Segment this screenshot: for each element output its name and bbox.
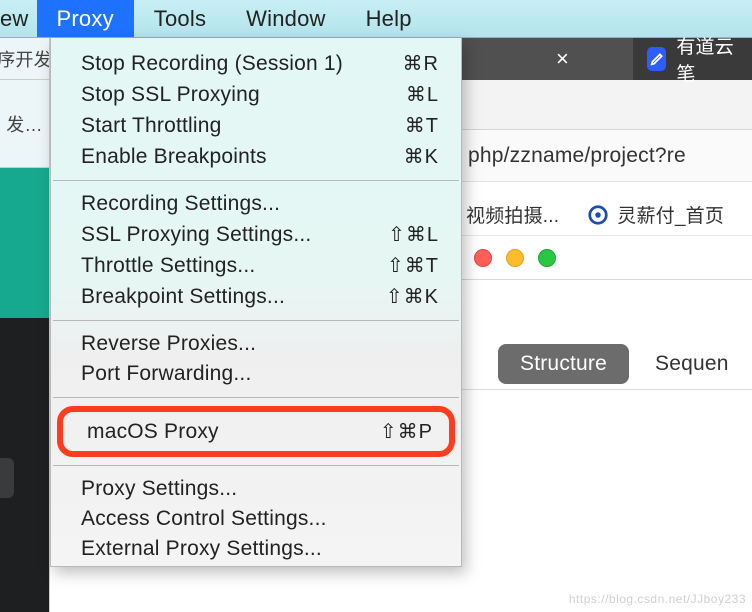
window-traffic-lights [462,236,752,280]
tab-sequence[interactable]: Sequen [655,352,729,376]
bookmarks-bar: 视频拍摄... 灵薪付_首页 [462,194,752,236]
menu-item-start-throttling[interactable]: Start Throttling⌘T [51,110,461,141]
annotation-highlight: macOS Proxy⇧⌘P [57,406,455,457]
menu-item-port-forwarding[interactable]: Port Forwarding... [51,359,461,389]
right-area: × 有道云笔 php/zzname/project?re 视频拍摄... 灵薪付… [462,38,752,612]
menu-item-throttle-settings[interactable]: Throttle Settings...⇧⌘T [51,250,461,281]
menu-item-reverse-proxies[interactable]: Reverse Proxies... [51,329,461,359]
left-mid-label: 发… [0,80,49,168]
menu-item-breakpoint-settings[interactable]: Breakpoint Settings...⇧⌘K [51,281,461,312]
tab-structure[interactable]: Structure [498,344,629,384]
menu-window[interactable]: Window [226,0,345,37]
menu-view-partial[interactable]: ew [0,0,37,37]
browser-toolbar [462,80,752,130]
menu-tools[interactable]: Tools [134,0,226,37]
zoom-window-icon[interactable] [538,249,556,267]
close-window-icon[interactable] [474,249,492,267]
tab-label: 有道云笔 [676,32,738,86]
menu-group: Proxy Settings... Access Control Setting… [51,474,461,564]
menu-item-stop-recording[interactable]: Stop Recording (Session 1)⌘R [51,48,461,79]
menu-item-proxy-settings[interactable]: Proxy Settings... [51,474,461,504]
bookmark-item[interactable]: 灵薪付_首页 [587,201,724,228]
menu-item-macos-proxy[interactable]: macOS Proxy⇧⌘P [63,416,449,447]
menu-item-ssl-proxying-settings[interactable]: SSL Proxying Settings...⇧⌘L [51,219,461,250]
menubar: ew Proxy Tools Window Help [0,0,752,38]
menu-proxy[interactable]: Proxy [37,0,134,37]
bookmark-label: 灵薪付_首页 [617,201,724,228]
note-icon [647,47,666,71]
watermark: https://blog.csdn.net/JJboy233 [569,592,746,606]
structure-bar: Structure Sequen [462,338,752,390]
menu-item-access-control-settings[interactable]: Access Control Settings... [51,504,461,534]
menu-group: Recording Settings... SSL Proxying Setti… [51,189,461,312]
proxy-menu-dropdown: Stop Recording (Session 1)⌘R Stop SSL Pr… [50,38,462,567]
close-icon[interactable]: × [556,46,569,72]
browser-tab[interactable]: 有道云笔 [633,38,752,80]
bookmark-label: 视频拍摄... [466,201,559,228]
left-sidebar: 序开发 发… [0,38,50,612]
menu-separator [53,465,459,466]
browser-tab-strip: × 有道云笔 [462,38,752,80]
menu-item-recording-settings[interactable]: Recording Settings... [51,189,461,219]
menu-item-external-proxy-settings[interactable]: External Proxy Settings... [51,534,461,564]
left-teal-block [0,168,49,318]
address-bar[interactable]: php/zzname/project?re [462,130,752,182]
left-dark-stub [0,458,14,498]
menu-help[interactable]: Help [346,0,432,37]
menu-group: Stop Recording (Session 1)⌘R Stop SSL Pr… [51,38,461,172]
target-icon [587,204,609,226]
menu-separator [53,397,459,398]
left-top-label: 序开发 [0,38,49,80]
menu-separator [53,320,459,321]
bookmark-item[interactable]: 视频拍摄... [466,201,559,228]
minimize-window-icon[interactable] [506,249,524,267]
menu-separator [53,180,459,181]
menu-group: Reverse Proxies... Port Forwarding... [51,329,461,389]
left-dark-block [0,318,49,612]
menu-item-enable-breakpoints[interactable]: Enable Breakpoints⌘K [51,141,461,172]
menu-item-stop-ssl-proxying[interactable]: Stop SSL Proxying⌘L [51,79,461,110]
